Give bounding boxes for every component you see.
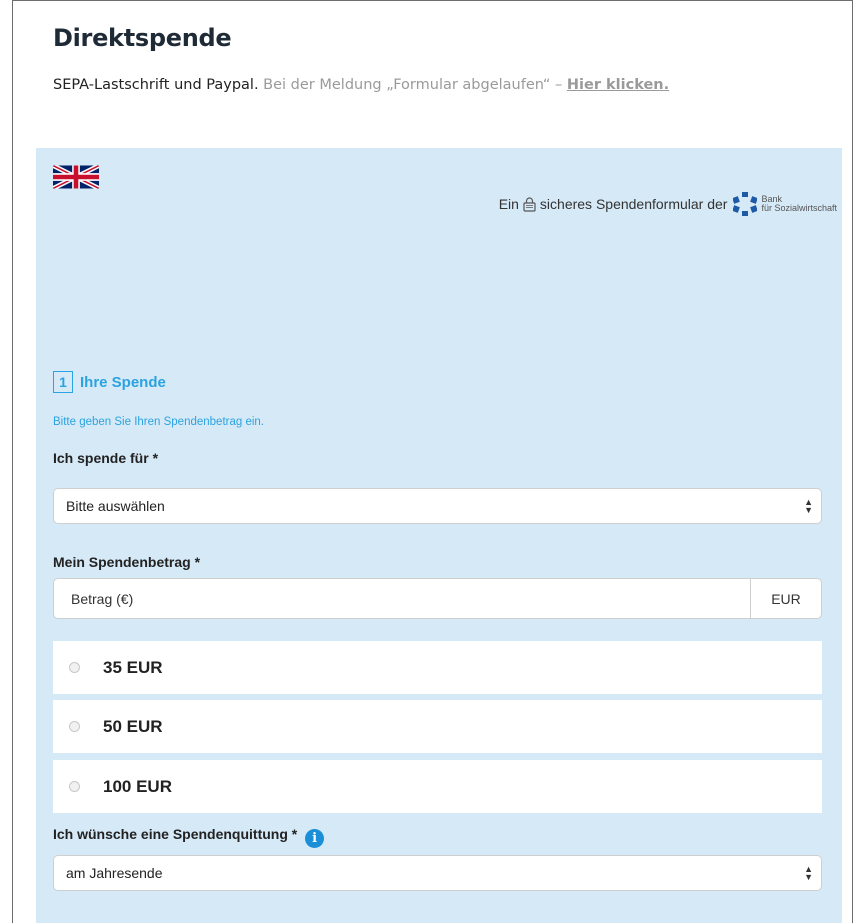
page-title: Direktspende: [53, 24, 232, 52]
receipt-label: Ich wünsche eine Spendenquittung *: [53, 826, 298, 842]
intro-main: SEPA-Lastschrift und Paypal.: [53, 77, 259, 93]
amount-option-label: 50 EUR: [103, 716, 163, 736]
here-click-link[interactable]: Hier klicken.: [567, 77, 669, 93]
purpose-select[interactable]: Bitte auswählen ▲ ▼: [53, 488, 822, 524]
purpose-select-value: Bitte auswählen: [66, 498, 165, 514]
intro-text: SEPA-Lastschrift und Paypal. Bei der Mel…: [53, 77, 669, 93]
amount-unit: EUR: [751, 578, 822, 619]
secure-suffix: sicheres Spendenformular der: [539, 196, 728, 212]
step-label: Ihre Spende: [80, 373, 166, 391]
bank-name-line2: für Sozialwirtschaft: [761, 203, 837, 213]
radio-icon[interactable]: [69, 662, 80, 673]
amount-option-100[interactable]: 100 EUR: [53, 760, 822, 813]
amount-option-label: 100 EUR: [103, 776, 172, 796]
amount-option-label: 35 EUR: [103, 657, 163, 677]
step-number: 1: [53, 371, 73, 393]
intro-muted: Bei der Meldung „Formular abgelaufen“ –: [263, 77, 563, 93]
receipt-select-value: am Jahresende: [66, 865, 163, 881]
radio-icon[interactable]: [69, 721, 80, 732]
bank-name: Bank für Sozialwirtschaft: [761, 195, 837, 213]
radio-icon[interactable]: [69, 781, 80, 792]
amount-option-50[interactable]: 50 EUR: [53, 700, 822, 753]
amount-hint: Bitte geben Sie Ihren Spendenbetrag ein.: [53, 416, 264, 428]
receipt-select[interactable]: am Jahresende ▲ ▼: [53, 855, 822, 891]
lock-icon: [523, 196, 536, 212]
purpose-label: Ich spende für *: [53, 450, 159, 466]
select-arrows-icon: ▲ ▼: [804, 497, 813, 515]
step-header: 1 Ihre Spende: [53, 371, 166, 393]
bank-logo-icon: [733, 192, 758, 216]
amount-row: Betrag (€) EUR: [53, 578, 822, 619]
secure-form-note: Ein sicheres Spendenformular der Bank fü…: [499, 192, 837, 216]
select-arrows-icon: ▲ ▼: [804, 864, 813, 882]
info-icon[interactable]: i: [305, 829, 325, 848]
receipt-label-row: Ich wünsche eine Spendenquittung * i: [53, 826, 325, 848]
bank-logo: Bank für Sozialwirtschaft: [733, 192, 837, 216]
secure-prefix: Ein: [498, 196, 519, 212]
amount-input[interactable]: Betrag (€): [53, 578, 751, 619]
amount-option-35[interactable]: 35 EUR: [53, 641, 822, 694]
uk-flag-icon[interactable]: [53, 165, 99, 189]
amount-label: Mein Spendenbetrag *: [53, 554, 201, 570]
